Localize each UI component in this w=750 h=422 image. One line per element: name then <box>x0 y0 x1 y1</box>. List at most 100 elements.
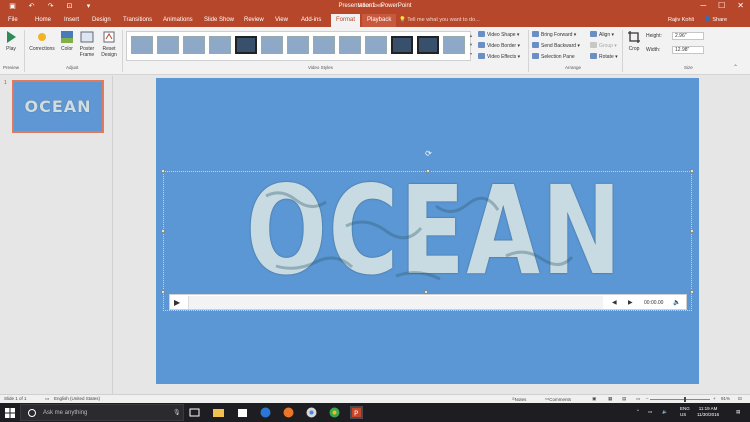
crop-button[interactable]: Crop <box>625 30 643 52</box>
notifications-icon[interactable]: ▤ <box>736 409 740 415</box>
video-style-thumb[interactable] <box>157 36 179 54</box>
color-button[interactable]: Color <box>58 30 76 52</box>
tab-design[interactable]: Design <box>92 17 111 23</box>
tab-home[interactable]: Home <box>35 17 51 23</box>
spellcheck-icon[interactable]: ▭ <box>45 396 49 402</box>
height-label: Height: <box>646 33 662 39</box>
reset-design-button[interactable]: Reset Design <box>98 30 120 58</box>
slide-canvas[interactable]: ⟳ OCEAN ▶ ◀ ▶ 00:00.00 🔈 <box>156 78 699 384</box>
tab-view[interactable]: View <box>275 17 288 23</box>
search-placeholder: Ask me anything <box>43 410 88 416</box>
tab-add-ins[interactable]: Add-ins <box>301 17 321 23</box>
video-effects-button[interactable]: Video Effects ▾ <box>478 53 520 60</box>
input-language[interactable]: ENG US <box>680 406 690 418</box>
tab-insert[interactable]: Insert <box>64 17 79 23</box>
fit-slide-icon[interactable]: ⊡ <box>738 396 742 402</box>
store-icon[interactable] <box>236 406 249 419</box>
player-back-icon[interactable]: ◀ <box>612 299 617 306</box>
rotate-handle-icon[interactable]: ⟳ <box>424 149 433 158</box>
video-style-thumb[interactable] <box>261 36 283 54</box>
player-volume-icon[interactable]: 🔈 <box>673 299 680 306</box>
align-button[interactable]: Align ▾ <box>590 31 614 38</box>
close-button[interactable]: ✕ <box>737 1 744 10</box>
maximize-button[interactable]: ☐ <box>718 1 725 10</box>
zoom-level[interactable]: 91% <box>721 396 730 401</box>
tab-animations[interactable]: Animations <box>163 17 193 23</box>
color-icon <box>61 31 73 43</box>
tab-transitions[interactable]: Transitions <box>123 17 152 23</box>
resize-handle[interactable] <box>690 169 694 173</box>
video-style-thumb[interactable] <box>183 36 205 54</box>
rotate-button[interactable]: Rotate ▾ <box>590 53 618 60</box>
video-style-thumb[interactable] <box>391 36 413 54</box>
comments-button[interactable]: ▭ Comments <box>545 396 571 402</box>
gallery-scroll[interactable]: ▲ ▼ ▾ <box>468 31 474 61</box>
resize-handle[interactable] <box>690 290 694 294</box>
file-explorer-icon[interactable] <box>212 406 225 419</box>
play-button[interactable]: Play <box>3 30 19 52</box>
language-status[interactable]: English (United States) <box>54 396 100 401</box>
poster-frame-button[interactable]: Poster Frame <box>77 30 97 58</box>
reading-view-icon[interactable]: ▤ <box>622 396 626 402</box>
tray-arrow-icon[interactable]: ⌃ <box>636 409 640 415</box>
tab-slide-show[interactable]: Slide Show <box>204 17 234 23</box>
edge-icon[interactable] <box>259 406 272 419</box>
video-style-thumb[interactable] <box>313 36 335 54</box>
player-progress-bar[interactable] <box>188 296 603 309</box>
zoom-slider-thumb[interactable] <box>684 397 686 402</box>
slide-sorter-icon[interactable]: ▦ <box>608 396 612 402</box>
resize-handle[interactable] <box>161 169 165 173</box>
height-input[interactable]: 2.96" <box>672 32 704 40</box>
ocean-video-text[interactable]: OCEAN <box>246 166 621 296</box>
corrections-button[interactable]: Corrections <box>27 30 57 52</box>
video-style-thumb[interactable] <box>209 36 231 54</box>
player-play-icon[interactable]: ▶ <box>174 298 180 307</box>
clock[interactable]: 11:19 AM 11/30/2016 <box>697 406 719 418</box>
chrome-icon[interactable] <box>305 406 318 419</box>
powerpoint-taskbar-icon[interactable]: P <box>350 406 363 419</box>
width-input[interactable]: 12.98" <box>672 46 704 54</box>
collapse-ribbon-icon[interactable]: ⌃ <box>733 64 738 71</box>
video-style-thumb[interactable] <box>287 36 309 54</box>
video-style-thumb[interactable] <box>235 36 257 54</box>
bring-forward-button[interactable]: Bring Forward ▾ <box>532 31 576 38</box>
zoom-in-icon[interactable]: + <box>713 396 716 401</box>
slide-thumbnail[interactable]: OCEAN <box>12 80 104 133</box>
resize-handle[interactable] <box>161 290 165 294</box>
slide-info: Slide 1 of 1 <box>4 396 27 401</box>
tab-format[interactable]: Format <box>331 14 361 27</box>
share-button[interactable]: 👤 Share <box>704 17 727 23</box>
video-border-button[interactable]: Video Border ▾ <box>478 42 520 49</box>
zoom-slider-track[interactable] <box>650 399 710 400</box>
chrome-app-icon[interactable] <box>328 406 341 419</box>
tell-me-box[interactable]: 💡 Tell me what you want to do... <box>399 17 480 23</box>
cortana-search-box[interactable]: Ask me anything 🎙 <box>20 404 184 421</box>
user-name[interactable]: Rajiv Kohli <box>668 17 694 23</box>
normal-view-icon[interactable]: ▣ <box>592 396 596 402</box>
volume-icon[interactable]: 🔈 <box>662 409 668 415</box>
slideshow-view-icon[interactable]: ▭ <box>636 396 640 402</box>
video-style-thumb[interactable] <box>417 36 439 54</box>
resize-handle[interactable] <box>161 229 165 233</box>
microphone-icon[interactable]: 🎙 <box>173 409 181 416</box>
video-style-thumb[interactable] <box>339 36 361 54</box>
video-style-thumb[interactable] <box>443 36 465 54</box>
firefox-icon[interactable] <box>282 406 295 419</box>
minimize-button[interactable]: ─ <box>700 1 706 10</box>
network-icon[interactable]: ▭ <box>648 409 652 415</box>
send-backward-button[interactable]: Send Backward ▾ <box>532 42 580 49</box>
tab-playback[interactable]: Playback <box>362 14 397 27</box>
selection-pane-button[interactable]: Selection Pane <box>532 53 575 60</box>
tab-file[interactable]: File <box>8 17 18 23</box>
task-view-icon[interactable] <box>188 406 201 419</box>
resize-handle[interactable] <box>690 229 694 233</box>
video-shape-button[interactable]: Video Shape ▾ <box>478 31 519 38</box>
video-style-thumb[interactable] <box>131 36 153 54</box>
zoom-out-icon[interactable]: – <box>646 396 649 401</box>
notes-button[interactable]: ≡ Notes <box>512 396 526 402</box>
video-style-thumb[interactable] <box>365 36 387 54</box>
tab-review[interactable]: Review <box>244 17 264 23</box>
group-button[interactable]: Group ▾ <box>590 42 617 49</box>
player-forward-icon[interactable]: ▶ <box>628 299 633 306</box>
windows-start-icon[interactable] <box>5 408 15 418</box>
